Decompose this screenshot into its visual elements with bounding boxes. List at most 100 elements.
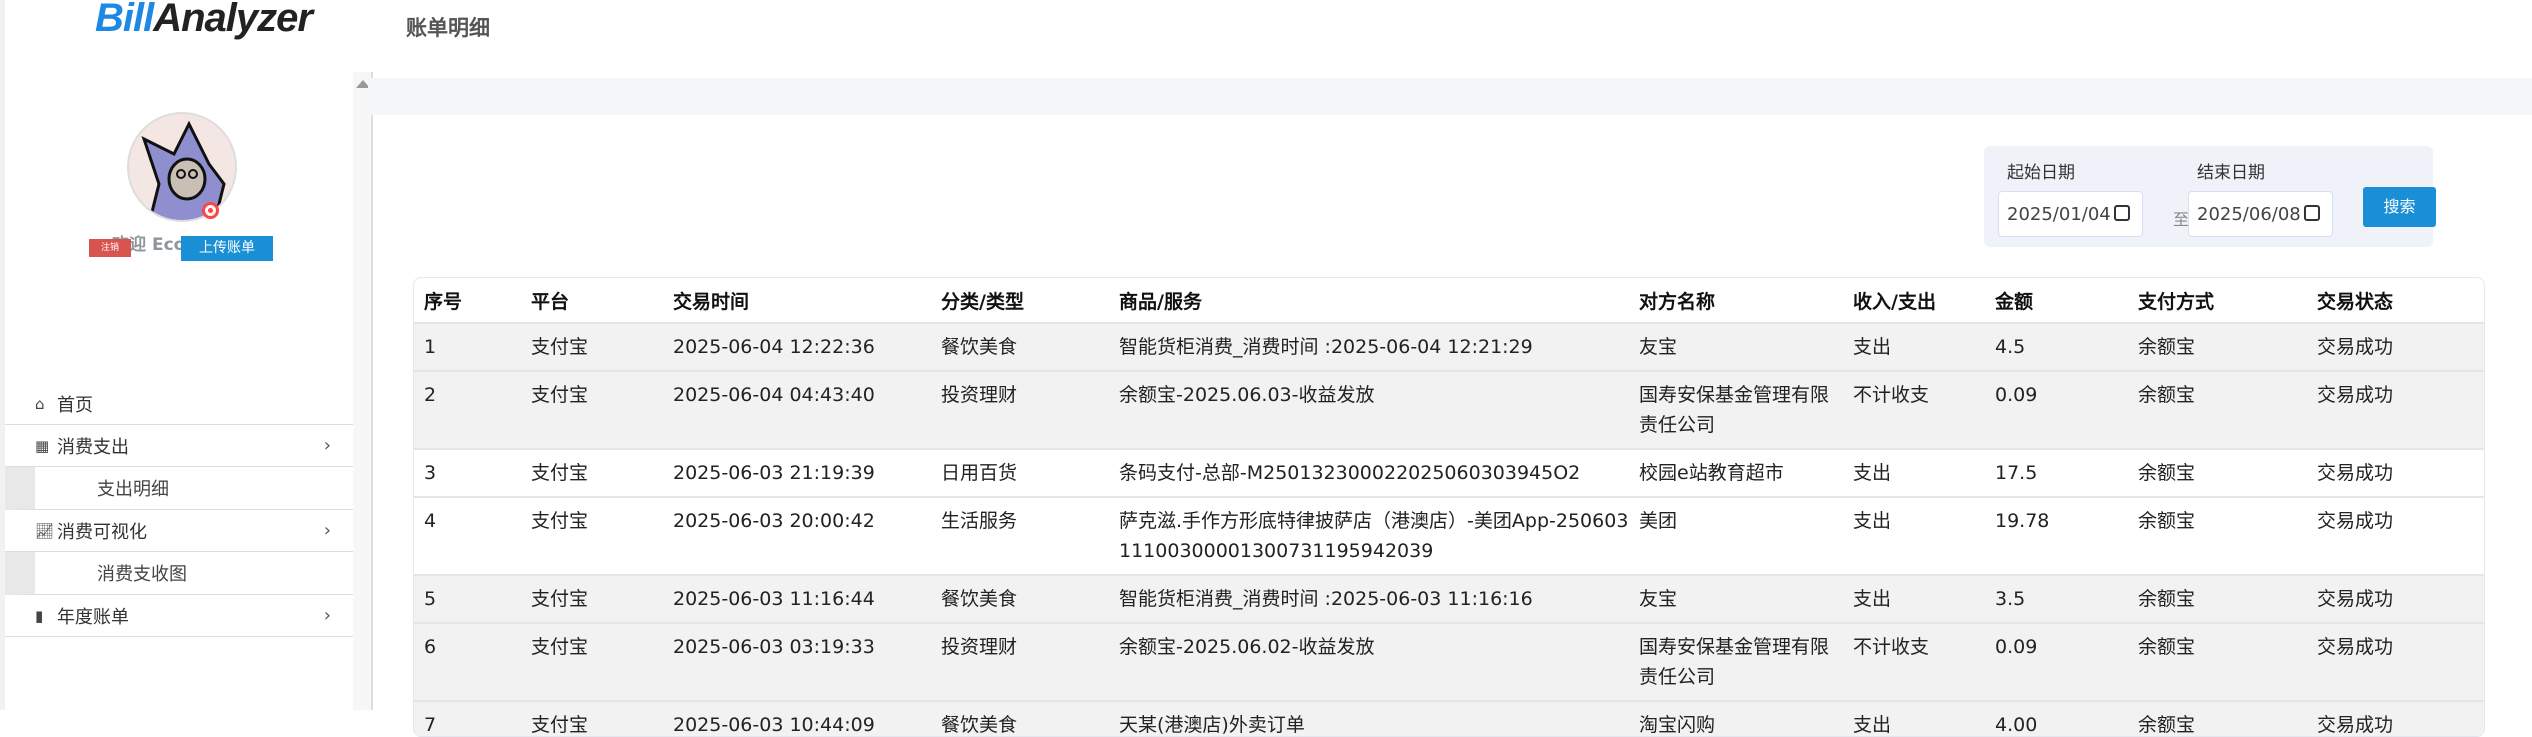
table-cell: 友宝: [1629, 322, 1843, 371]
chevron-right-icon: ›: [323, 435, 331, 456]
table-cell: 投资理财: [931, 370, 1109, 449]
table-row[interactable]: 6 支付宝 2025-06-03 03:19:33 投资理财 余额宝-2025.06.0…: [414, 622, 2484, 701]
table-cell: 2025-06-03 03:19:33: [663, 622, 931, 701]
chevron-right-icon: ›: [323, 520, 331, 541]
table-header: 序号 平台 交易时间 分类/类型 商品/服务 对方名称 收入/支出 金额 支付方式 交易状态: [414, 278, 2484, 323]
table-cell: 余额宝-2025.06.03-收益发放: [1109, 370, 1629, 449]
table-cell: 余额宝: [2128, 370, 2307, 449]
table-cell: 交易成功: [2307, 322, 2484, 371]
table-cell: 支付宝: [521, 622, 663, 701]
table-cell: 0.09: [1985, 622, 2128, 701]
table-cell: 智能货柜消费_消费时间 :2025-06-03 11:16:16: [1109, 574, 1629, 623]
table-cell: 天某(港澳店)外卖订单: [1109, 700, 1629, 736]
table-cell: 支付宝: [521, 370, 663, 449]
column-header: 交易时间: [673, 290, 750, 313]
table-cell: 2025-06-03 20:00:42: [663, 496, 931, 575]
table-cell: 支付宝: [521, 322, 663, 371]
status-badge-icon: [202, 202, 219, 219]
table-cell: 国寿安保基金管理有限责任公司: [1629, 622, 1843, 701]
logo-text-analyzer: Analyzer: [153, 0, 313, 40]
table-cell: 交易成功: [2307, 370, 2484, 449]
table-cell: 3.5: [1985, 574, 2128, 623]
table-cell: 餐饮美食: [931, 700, 1109, 736]
table-cell: 余额宝-2025.06.02-收益发放: [1109, 622, 1629, 701]
table-cell: 2: [414, 370, 521, 449]
start-date-label: 起始日期: [2007, 163, 2075, 183]
sidebar-item-label: 消费可视化: [57, 521, 147, 543]
column-header: 金额: [1995, 290, 2034, 313]
column-header: 平台: [531, 290, 570, 313]
line-chart-icon: 📈︎: [35, 521, 55, 540]
sidebar-item-label: 首页: [57, 394, 93, 416]
table-cell: 条码支付-总部-M250132300022025060303945O2: [1109, 448, 1629, 497]
table-row[interactable]: 4 支付宝 2025-06-03 20:00:42 生活服务 萨克滋.手作方形底特律披萨…: [414, 496, 2484, 575]
column-header: 收入/支出: [1853, 290, 1936, 313]
table-cell: 3: [414, 448, 521, 497]
table-cell: 5: [414, 574, 521, 623]
table-cell: 生活服务: [931, 496, 1109, 575]
table-cell: 余额宝: [2128, 574, 2307, 623]
calendar-icon[interactable]: [2114, 205, 2130, 221]
table-cell: 交易成功: [2307, 700, 2484, 736]
table-cell: 17.5: [1985, 448, 2128, 497]
page-title: 账单明细: [406, 16, 490, 40]
table-cell: 4: [414, 496, 521, 575]
table-cell: 国寿安保基金管理有限责任公司: [1629, 370, 1843, 449]
sidebar-scrollbar[interactable]: [353, 72, 373, 710]
to-label: 至: [2173, 210, 2190, 229]
table-row[interactable]: 3 支付宝 2025-06-03 21:19:39 日用百货 条码支付-总部-M2501…: [414, 448, 2484, 497]
table-cell: 日用百货: [931, 448, 1109, 497]
table-cell: 2025-06-03 10:44:09: [663, 700, 931, 736]
end-date-input[interactable]: 2025/06/08: [2188, 191, 2333, 237]
sidebar-item-expense-detail[interactable]: 支出明细: [5, 467, 353, 510]
table-row[interactable]: 5 支付宝 2025-06-03 11:16:44 餐饮美食 智能货柜消费_消费时间 :…: [414, 574, 2484, 623]
table-cell: 余额宝: [2128, 448, 2307, 497]
table-icon: ▦: [35, 436, 50, 455]
column-header: 商品/服务: [1119, 290, 1202, 313]
table-cell: 不计收支: [1843, 622, 1985, 701]
table-cell: 支出: [1843, 322, 1985, 371]
avatar: [127, 112, 237, 222]
table-cell: 余额宝: [2128, 700, 2307, 736]
table-cell: 支付宝: [521, 496, 663, 575]
table-cell: 美团: [1629, 496, 1843, 575]
sidebar-item-annual-bill[interactable]: ▮ 年度账单 ›: [5, 595, 353, 637]
table-cell: 2025-06-04 12:22:36: [663, 322, 931, 371]
search-button[interactable]: 搜索: [2363, 187, 2436, 227]
table-cell: 支付宝: [521, 448, 663, 497]
table-row[interactable]: 2 支付宝 2025-06-04 04:43:40 投资理财 余额宝-2025.06.0…: [414, 370, 2484, 449]
table-cell: 交易成功: [2307, 622, 2484, 701]
table-cell: 19.78: [1985, 496, 2128, 575]
file-icon: ▮: [35, 606, 44, 625]
upload-bill-button[interactable]: 上传账单: [181, 236, 273, 261]
logout-button[interactable]: 注销: [89, 239, 131, 257]
table-cell: 支出: [1843, 448, 1985, 497]
table-cell: 支付宝: [521, 574, 663, 623]
column-header: 交易状态: [2317, 290, 2394, 313]
table-cell: 支付宝: [521, 700, 663, 736]
sidebar-item-income-expense-chart[interactable]: 消费支收图: [5, 552, 353, 595]
date-filter: 起始日期 2025/01/04 至 结束日期 2025/06/08 搜索: [1984, 146, 2436, 247]
table-cell: 淘宝闪购: [1629, 700, 1843, 736]
start-date-value: 2025/01/04: [2007, 204, 2111, 225]
welcome-text: 欢迎 Ecokayiza: [112, 235, 246, 255]
column-header: 支付方式: [2138, 290, 2215, 313]
sidebar-item-home[interactable]: ⌂ 首页: [5, 383, 353, 425]
end-date-value: 2025/06/08: [2197, 204, 2301, 225]
sidebar-item-visualization[interactable]: 📈︎ 消费可视化 ›: [5, 510, 353, 552]
table-cell: 交易成功: [2307, 448, 2484, 497]
table-cell: 支出: [1843, 496, 1985, 575]
table-row[interactable]: 1 支付宝 2025-06-04 12:22:36 餐饮美食 智能货柜消费_消费时间 :…: [414, 322, 2484, 371]
table-cell: 交易成功: [2307, 574, 2484, 623]
start-date-input[interactable]: 2025/01/04: [1998, 191, 2143, 237]
table-row[interactable]: 7 支付宝 2025-06-03 10:44:09 餐饮美食 天某(港澳店)外卖订单 淘宝…: [414, 700, 2484, 736]
content-band: [368, 78, 2532, 115]
table-cell: 餐饮美食: [931, 322, 1109, 371]
sidebar: BillAnalyzer 欢迎 Ecokayiza 注销 上传账单 ⌂ 首页 ▦ 消…: [0, 0, 373, 710]
bill-table: 序号 平台 交易时间 分类/类型 商品/服务 对方名称 收入/支出 金额 支付方式 交易状态 1支…: [413, 277, 2485, 737]
table-cell: 余额宝: [2128, 622, 2307, 701]
sidebar-nav: ⌂ 首页 ▦ 消费支出 › 支出明细 📈︎ 消费可视化 › 消费支收图 ▮ 年度账单 ›: [5, 383, 353, 637]
sidebar-item-expense[interactable]: ▦ 消费支出 ›: [5, 425, 353, 467]
calendar-icon[interactable]: [2304, 205, 2320, 221]
end-date-label: 结束日期: [2197, 163, 2265, 183]
